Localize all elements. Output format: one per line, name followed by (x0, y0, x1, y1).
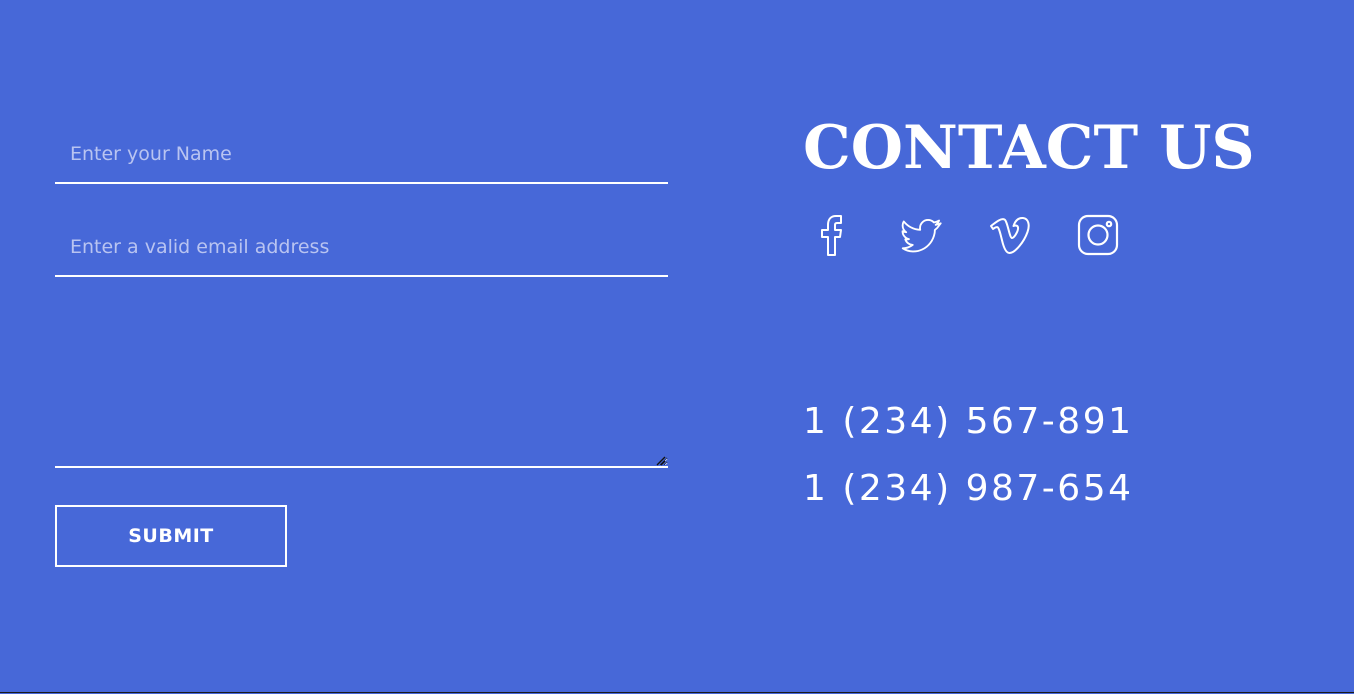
message-textarea[interactable] (55, 309, 668, 468)
facebook-link[interactable] (812, 213, 856, 257)
phone-number: 1 (234) 987-654 (803, 468, 1134, 509)
facebook-icon (821, 215, 842, 256)
submit-button[interactable]: SUBMIT (55, 505, 287, 567)
twitter-link[interactable] (900, 213, 944, 257)
vimeo-icon (990, 216, 1030, 254)
contact-form (55, 125, 668, 468)
name-input[interactable] (55, 125, 668, 184)
twitter-icon (901, 219, 942, 253)
instagram-icon (1077, 214, 1119, 256)
social-links (812, 213, 1164, 257)
resize-handle-icon[interactable] (655, 455, 666, 466)
email-input[interactable] (55, 218, 668, 277)
page-title: CONTACT US (803, 113, 1255, 183)
vimeo-link[interactable] (988, 213, 1032, 257)
instagram-link[interactable] (1076, 213, 1120, 257)
phone-number: 1 (234) 567-891 (803, 401, 1134, 442)
contact-section: SUBMIT CONTACT US 1 (234) 567-891 1 (0, 0, 1354, 693)
